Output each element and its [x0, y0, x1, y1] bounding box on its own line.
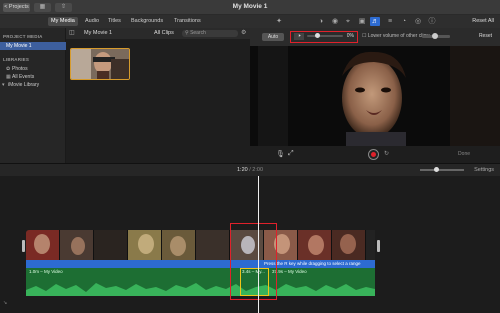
- sidebar-item-imovie-library[interactable]: ▾ iMovie Library: [0, 81, 66, 89]
- sidebar-toggle-icon[interactable]: ◫: [69, 29, 75, 36]
- volume-control-highlight: 🕨 0%: [290, 31, 358, 43]
- stabilization-icon[interactable]: ▣: [357, 17, 367, 26]
- rotate-icon[interactable]: ↻: [384, 150, 389, 157]
- tab-audio[interactable]: Audio: [82, 17, 102, 26]
- lower-volume-label: Lower volume of other clips:: [367, 33, 431, 39]
- clip-trim-handle-left[interactable]: [22, 240, 25, 252]
- sidebar-item-photos[interactable]: ✿ Photos: [0, 65, 66, 73]
- clip-filter-select[interactable]: All Clips: [154, 30, 174, 36]
- sidebar-item-project[interactable]: My Movie 1: [0, 42, 66, 50]
- done-button[interactable]: Done: [458, 151, 470, 157]
- microphone-icon[interactable]: 🎙: [276, 150, 285, 158]
- lower-volume-checkbox[interactable]: ☐ Lower volume of other clips:: [362, 33, 430, 39]
- wand-icon[interactable]: ✦: [274, 17, 284, 26]
- search-input[interactable]: ⚲ Search: [182, 30, 238, 37]
- search-placeholder: Search: [190, 30, 206, 36]
- checkbox-icon: ☐: [362, 33, 367, 39]
- playhead-highlight-box: [230, 223, 277, 300]
- sidebar-item-all-events[interactable]: ▦All Events: [0, 73, 66, 81]
- color-correction-icon[interactable]: ◉: [330, 17, 340, 26]
- tab-titles[interactable]: Titles: [105, 17, 124, 26]
- mute-icon[interactable]: 🕨: [294, 33, 304, 40]
- info-icon[interactable]: ⓘ: [427, 17, 437, 26]
- volume-icon[interactable]: ♬: [370, 17, 380, 26]
- tab-transitions[interactable]: Transitions: [171, 17, 204, 26]
- library-sidebar: PROJECT MEDIA My Movie 1 LIBRARIES ✿ Phot…: [0, 28, 66, 163]
- browser-toolbar: ◫ My Movie 1 All Clips ⚲ Search ⚙: [66, 28, 250, 39]
- current-time: 1:20: [236, 167, 248, 173]
- fullscreen-icon[interactable]: ⤢: [288, 150, 294, 158]
- timeline-zoom-slider[interactable]: [420, 167, 464, 172]
- sidebar-item-label: Photos: [12, 66, 28, 72]
- reset-button[interactable]: Reset: [479, 33, 492, 39]
- color-balance-icon[interactable]: ◑: [316, 17, 326, 26]
- project-media-heading: PROJECT MEDIA: [3, 34, 43, 39]
- lower-volume-knob[interactable]: [432, 33, 438, 39]
- playhead[interactable]: [258, 176, 259, 313]
- sidebar-item-label: My Movie 1: [6, 43, 32, 49]
- window-title: My Movie 1: [232, 3, 268, 10]
- filmstrip-faces: [34, 234, 356, 256]
- libraries-heading: LIBRARIES: [3, 57, 30, 62]
- zoom-slider-knob[interactable]: [434, 167, 439, 172]
- media-tab-bar: My Media Audio Titles Backgrounds Transi…: [0, 15, 250, 28]
- adjustments-toolbar: ✦ ◑ ◉ ⌖ ▣ ♬ ≡ ◔ ◎ ⓘ Reset All: [250, 15, 500, 28]
- speed-icon[interactable]: ◔: [399, 17, 409, 26]
- crop-icon[interactable]: ⌖: [343, 17, 353, 26]
- total-time: 2:00: [252, 167, 264, 173]
- browser-title: My Movie 1: [84, 30, 113, 36]
- noise-reduction-icon[interactable]: ≡: [385, 17, 395, 26]
- audio-track-label: 1.0m – My Video: [29, 269, 63, 274]
- sidebar-item-label: All Events: [12, 74, 35, 80]
- tab-my-media[interactable]: My Media: [48, 17, 78, 26]
- range-select-tooltip: Press the R key while dragging to select…: [264, 261, 361, 266]
- record-button[interactable]: [368, 149, 379, 160]
- record-icon: [371, 152, 376, 157]
- video-viewer: [250, 46, 500, 146]
- lower-volume-slider[interactable]: [422, 33, 450, 39]
- volume-percent: 0%: [346, 33, 354, 39]
- timeline-header: 1:20 / 2:00 Settings: [0, 163, 500, 176]
- link-icon[interactable]: ↘: [3, 300, 7, 306]
- video-frame-image: [250, 46, 500, 146]
- tab-backgrounds[interactable]: Backgrounds: [128, 17, 166, 26]
- settings-button[interactable]: Settings: [474, 167, 494, 173]
- project-timeline: Press the R key while dragging to select…: [0, 176, 500, 313]
- viewer-controls: 🎙 ⤢ ↻ Done: [250, 146, 500, 163]
- audio-track[interactable]: 1.0m – My Video: [26, 268, 375, 296]
- clip-filter-icon[interactable]: ◎: [413, 17, 423, 26]
- gear-icon[interactable]: ⚙: [241, 29, 246, 36]
- volume-slider[interactable]: [307, 33, 343, 38]
- volume-adjust-bar: Auto 🕨 0% ☐ Lower volume of other clips:…: [250, 28, 500, 46]
- video-clip-filmstrip[interactable]: [26, 230, 375, 260]
- sidebar-item-label: iMovie Library: [8, 82, 40, 88]
- volume-slider-knob[interactable]: [314, 33, 320, 38]
- media-browser: ◫ My Movie 1 All Clips ⚲ Search ⚙: [66, 28, 250, 163]
- split-clip-label-right: 37.9s – My Video: [272, 269, 307, 274]
- auto-button[interactable]: Auto: [262, 33, 284, 41]
- audio-waveform: [26, 283, 375, 296]
- clip-thumbnail-image: [71, 49, 129, 79]
- reset-all-button[interactable]: Reset All: [472, 17, 494, 26]
- media-clip-thumbnail[interactable]: [70, 48, 130, 80]
- title-bar: < Projects ▦ ⇧ My Movie 1: [0, 0, 500, 15]
- clip-trim-handle-right[interactable]: [377, 240, 380, 252]
